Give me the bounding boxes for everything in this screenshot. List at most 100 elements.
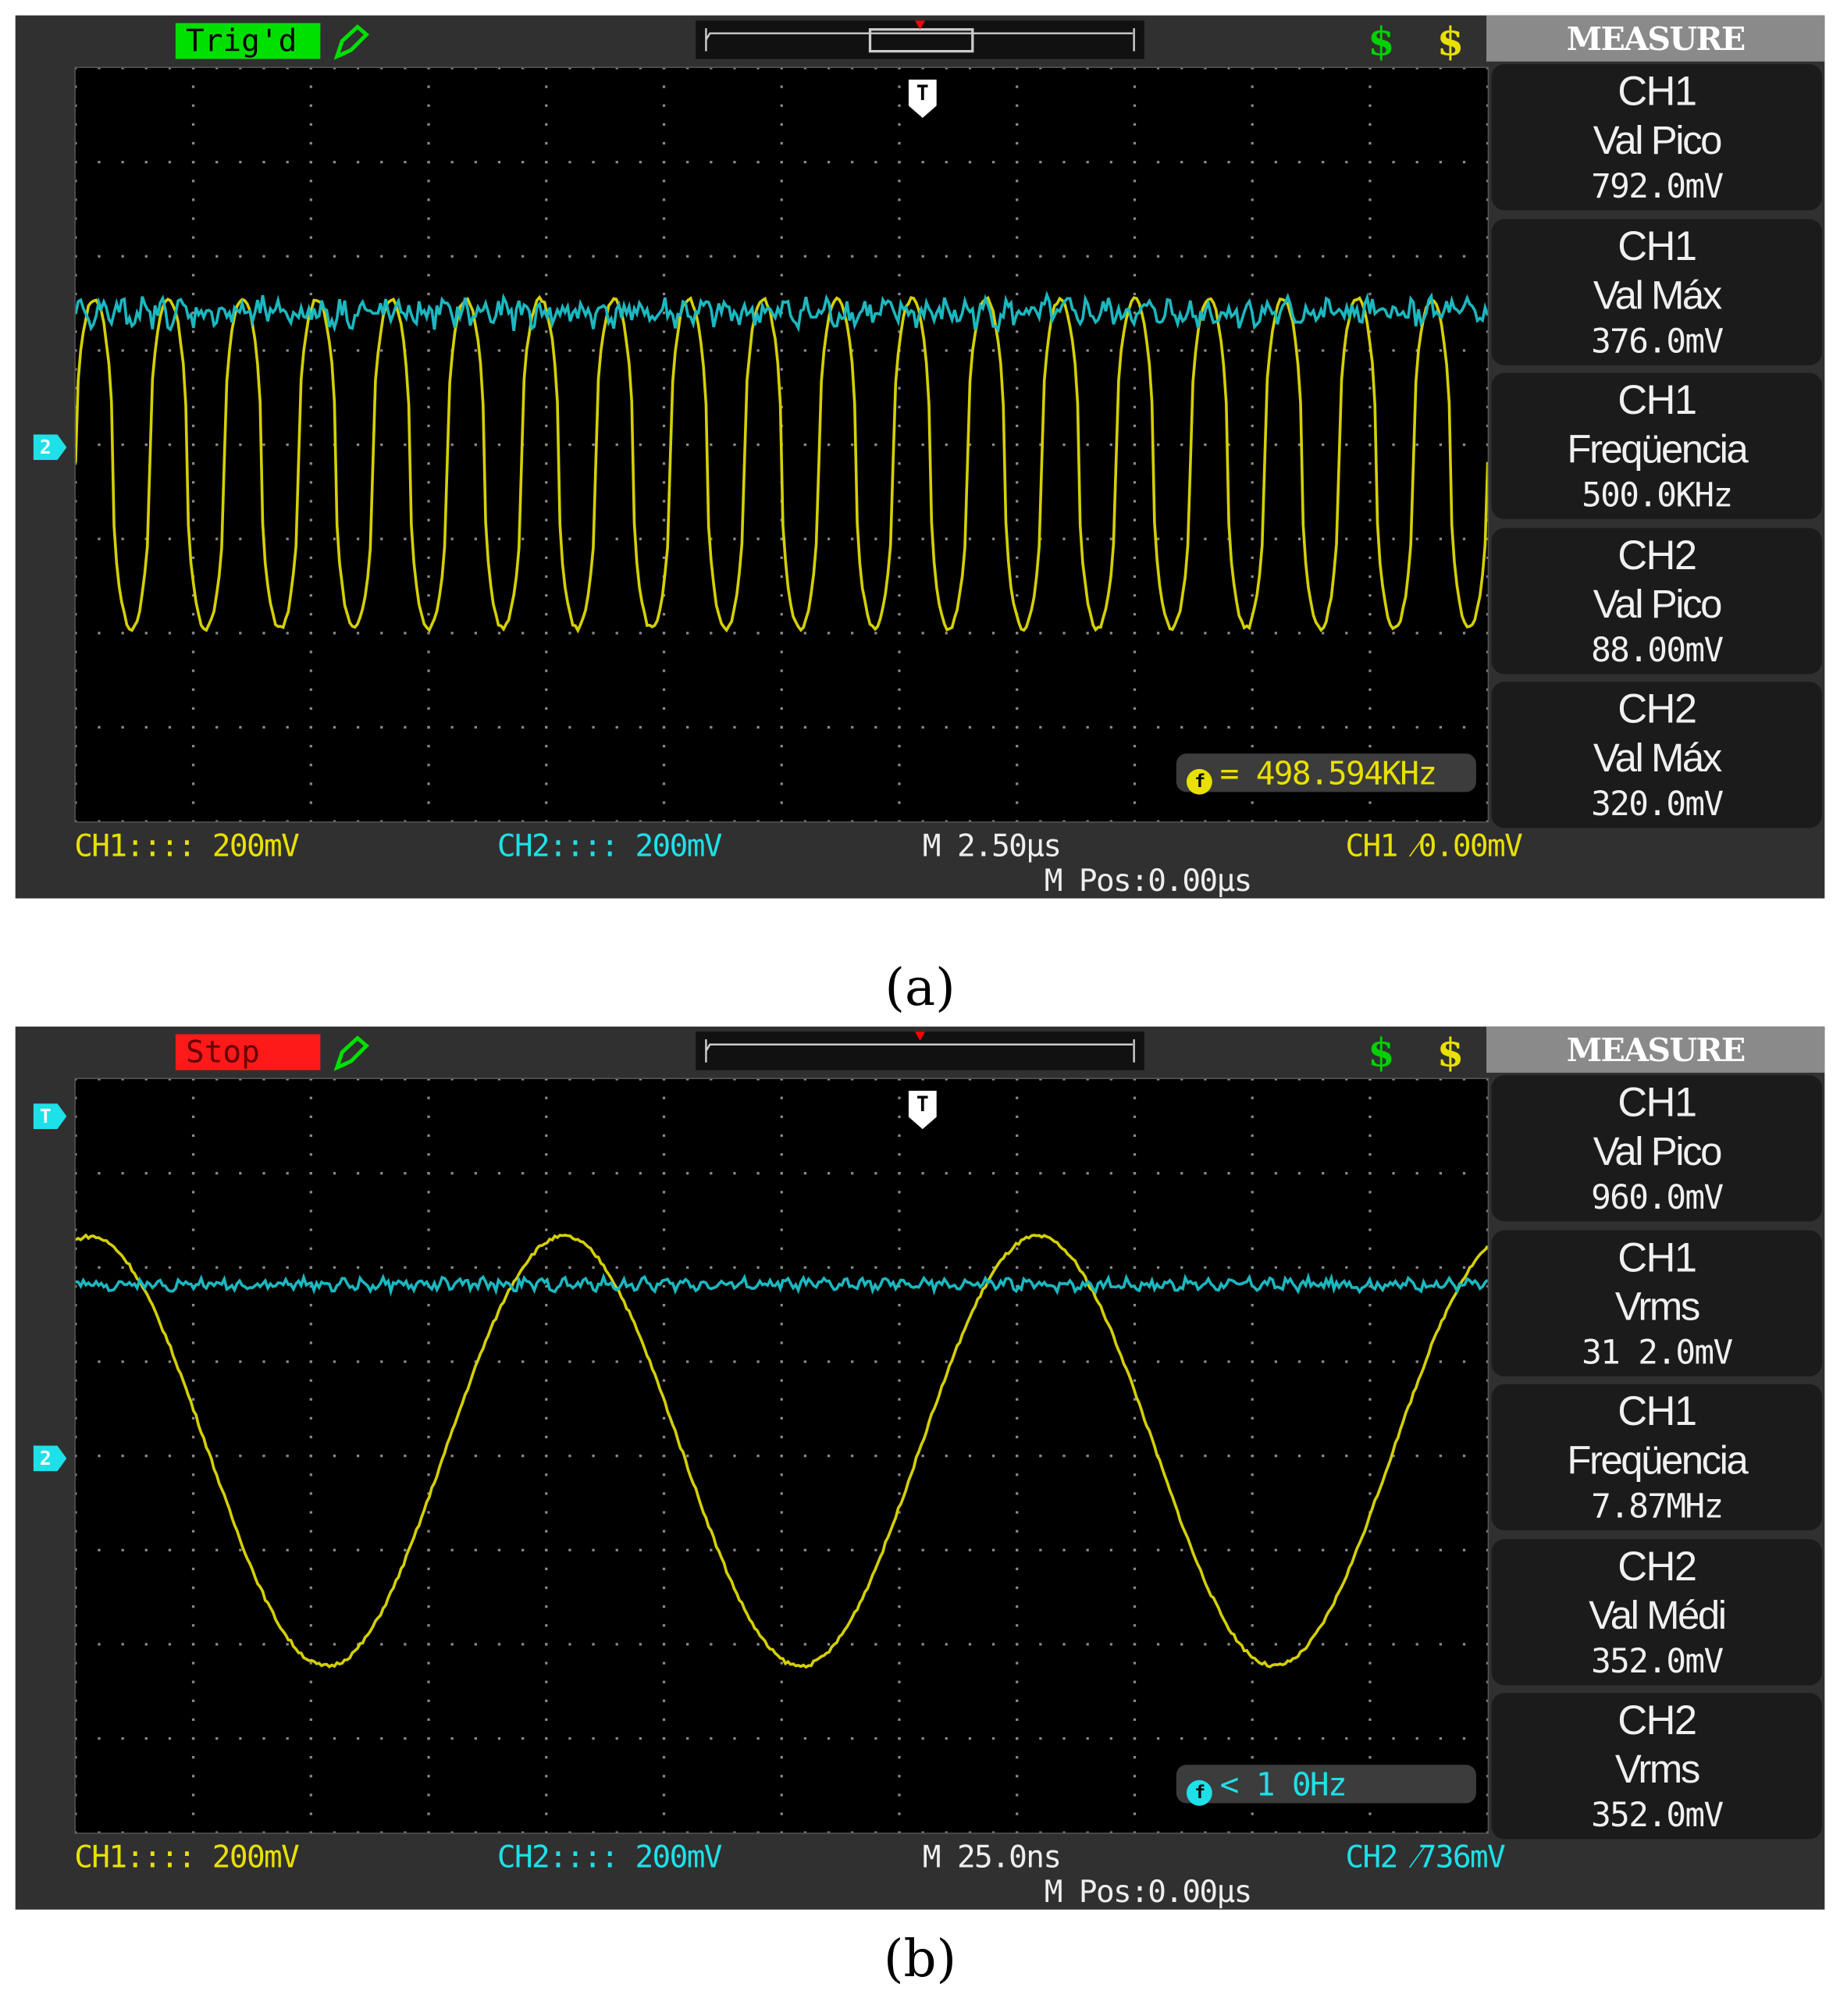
grid-dot	[76, 1511, 77, 1513]
measurement-box[interactable]: CH1Val Máx376.0mV	[1492, 219, 1822, 365]
grid-dot	[639, 1266, 642, 1269]
grid-dot	[1322, 68, 1324, 69]
usb-s-icon: $	[1356, 23, 1408, 65]
grid-dot	[992, 1549, 995, 1551]
grid-dot	[427, 330, 429, 333]
grid-dot	[992, 349, 995, 351]
grid-dot	[76, 105, 77, 107]
grid-dot	[310, 1455, 312, 1457]
grid-dot	[262, 68, 265, 69]
grid-dot	[310, 1341, 312, 1344]
measurement-box[interactable]: CH2Val Máx320.0mV	[1492, 682, 1822, 828]
grid-dot	[1062, 1079, 1065, 1081]
grid-dot	[1486, 406, 1488, 408]
grid-dot	[781, 1624, 783, 1626]
grid-dot	[969, 1266, 971, 1269]
grid-dot	[1368, 1756, 1371, 1758]
grid-dot	[1227, 1455, 1230, 1457]
grid-dot	[1368, 1417, 1371, 1419]
measurement-box[interactable]: CH1Val Pico792.0mV	[1492, 64, 1822, 210]
grid-dot	[333, 1832, 336, 1833]
measurement-box[interactable]: CH1Freqüencia500.0KHz	[1492, 373, 1822, 519]
grid-dot	[545, 1492, 547, 1494]
grid-dot	[1016, 1587, 1018, 1589]
grid-dot	[781, 368, 783, 370]
grid-dot	[192, 557, 194, 559]
grid-dot	[781, 105, 783, 107]
measurement-box[interactable]: CH2Vrms352.0mV	[1492, 1693, 1822, 1839]
grid-dot	[192, 142, 194, 144]
measurement-box[interactable]: CH1Vrms31 2.0mV	[1492, 1230, 1822, 1376]
grid-dot	[404, 820, 406, 821]
grid-dot	[1251, 1662, 1254, 1664]
grid-dot	[427, 1304, 429, 1306]
grid-dot	[427, 293, 429, 295]
grid-dot	[404, 443, 406, 446]
grid-dot	[310, 274, 312, 276]
grid-dot	[76, 1737, 77, 1740]
grid-dot	[781, 1266, 783, 1269]
grid-dot	[427, 1587, 429, 1589]
grid-dot	[663, 1134, 665, 1137]
grid-dot	[804, 1079, 806, 1081]
grid-dot	[1368, 1492, 1371, 1494]
grid-dot	[1486, 1719, 1488, 1721]
grid-dot	[145, 1172, 148, 1174]
measurement-channel: CH2	[1492, 530, 1822, 579]
grid-dot	[1134, 1153, 1136, 1156]
grid-dot	[521, 349, 524, 351]
grid-dot	[1134, 1681, 1136, 1683]
grid-dot	[404, 1360, 406, 1362]
measurement-box[interactable]: CH1Freqüencia7.87MHz	[1492, 1384, 1822, 1530]
grid-dot	[1039, 1079, 1041, 1081]
grid-dot	[1087, 1455, 1089, 1457]
grid-dot	[710, 1360, 712, 1362]
grid-dot	[733, 538, 735, 540]
measurement-box[interactable]: CH2Val Médi352.0mV	[1492, 1539, 1822, 1685]
grid-dot	[427, 368, 429, 370]
measurement-box[interactable]: CH1Val Pico960.0mV	[1492, 1075, 1822, 1221]
grid-dot	[1110, 443, 1112, 446]
grid-dot	[686, 443, 689, 446]
grid-dot	[427, 180, 429, 182]
grid-dot	[1227, 161, 1230, 163]
grid-dot	[1134, 1191, 1136, 1193]
grid-dot	[310, 1360, 312, 1362]
grid-dot	[663, 85, 665, 87]
grid-dot	[1134, 1436, 1136, 1438]
measurement-value: 352.0mV	[1492, 1641, 1822, 1683]
grid-dot	[874, 1643, 877, 1645]
grid-dot	[121, 349, 123, 351]
memory-position-bar[interactable]	[696, 20, 1144, 59]
grid-dot	[498, 1549, 500, 1551]
grid-dot	[1251, 1398, 1254, 1401]
grid-dot	[76, 1775, 77, 1777]
grid-dot	[427, 1417, 429, 1419]
grid-dot	[427, 462, 429, 465]
grid-dot	[1251, 85, 1254, 87]
grid-dot	[1251, 669, 1254, 671]
grid-dot	[76, 1700, 77, 1702]
memory-position-bar[interactable]	[696, 1031, 1144, 1070]
grid-dot	[1134, 443, 1136, 446]
grid-dot	[969, 1079, 971, 1081]
grid-dot	[568, 1360, 571, 1362]
grid-dot	[192, 1700, 194, 1702]
grid-dot	[169, 1079, 171, 1081]
grid-dot	[1440, 1643, 1442, 1645]
grid-dot	[310, 1681, 312, 1683]
grid-dot	[1016, 801, 1018, 803]
measurement-box[interactable]: CH2Val Pico88.00mV	[1492, 527, 1822, 673]
grid-dot	[827, 1832, 830, 1833]
grid-dot	[992, 68, 995, 69]
grid-dot	[1016, 1793, 1018, 1796]
grid-dot	[1440, 1172, 1442, 1174]
grid-dot	[1251, 745, 1254, 747]
grid-dot	[1486, 293, 1488, 295]
grid-dot	[521, 632, 524, 634]
grid-dot	[286, 349, 289, 351]
grid-dot	[1298, 1455, 1301, 1457]
grid-dot	[921, 1737, 924, 1740]
grid-dot	[781, 1473, 783, 1476]
frequency-icon: f	[1187, 1780, 1212, 1806]
